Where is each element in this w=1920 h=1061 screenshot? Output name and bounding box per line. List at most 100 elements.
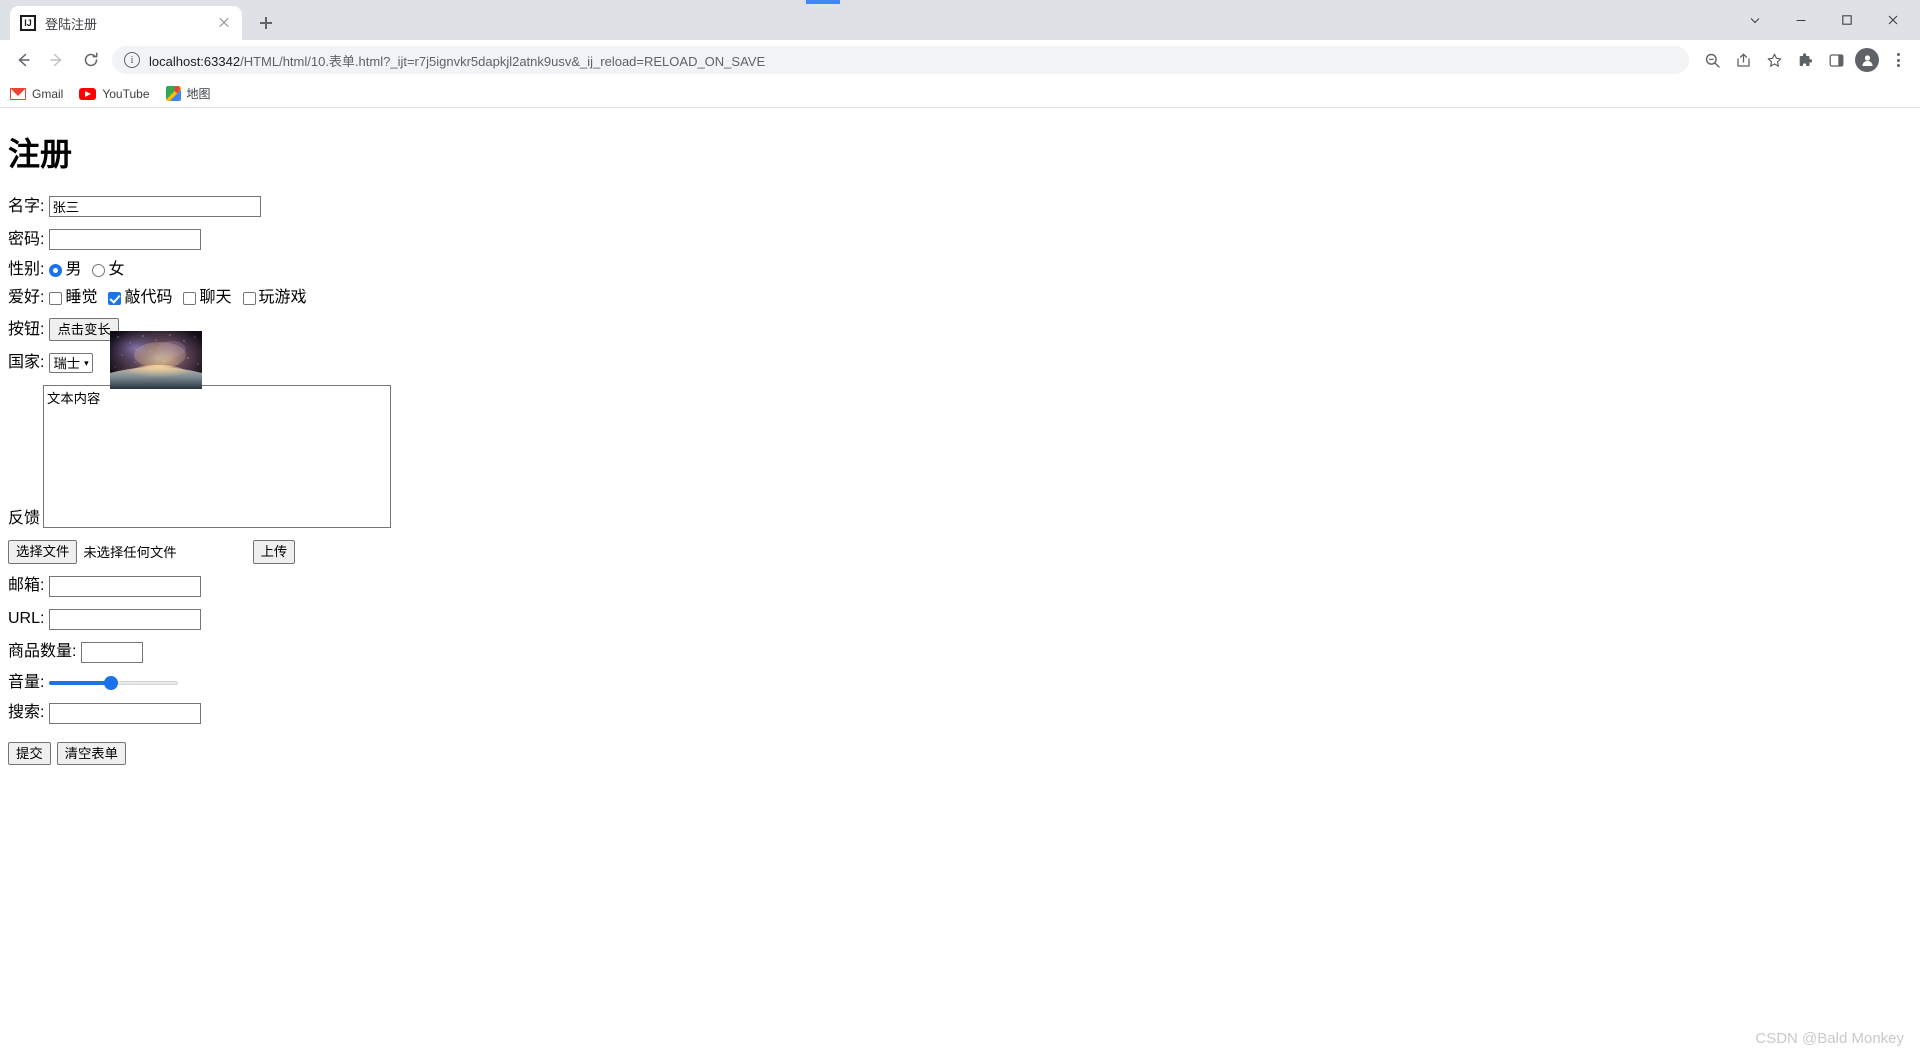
- tab-strip: IJ 登陆注册: [0, 0, 1920, 40]
- nebula-graphic: [110, 331, 202, 389]
- search-label: 搜索:: [8, 704, 45, 722]
- password-input[interactable]: [49, 229, 202, 250]
- name-input[interactable]: [49, 196, 262, 217]
- checkbox-sleep[interactable]: [49, 291, 63, 305]
- chevron-down-icon: ▾: [84, 357, 89, 368]
- checkbox-gaming[interactable]: [242, 291, 256, 305]
- field-row-volume: 音量:: [8, 673, 1912, 691]
- page-title: 注册: [8, 136, 73, 172]
- radio-female-label: 女: [108, 261, 125, 278]
- profile-avatar[interactable]: [1853, 46, 1881, 74]
- feedback-label: 反馈: [8, 510, 41, 528]
- bookmark-maps[interactable]: 地图: [165, 85, 211, 102]
- field-row-quantity: 商品数量:: [8, 641, 1912, 663]
- reset-button[interactable]: 清空表单: [56, 741, 126, 765]
- checkbox-coding-label: 敲代码: [124, 289, 173, 306]
- name-label: 名字:: [8, 197, 45, 215]
- button-label: 按钮:: [8, 320, 45, 338]
- zoom-icon[interactable]: [1698, 46, 1726, 74]
- country-selected-value: 瑞士: [53, 355, 81, 371]
- feedback-textarea[interactable]: 文本内容: [43, 385, 392, 529]
- slider-thumb[interactable]: [104, 675, 119, 690]
- field-row-search: 搜索:: [8, 702, 1912, 724]
- tab-strip-accent: [806, 0, 840, 4]
- email-label: 邮箱:: [8, 577, 45, 595]
- browser-toolbar: i localhost:63342/HTML/html/10.表单.html?_…: [0, 40, 1920, 80]
- file-status-text: 未选择任何文件: [83, 545, 177, 561]
- bookmark-gmail[interactable]: Gmail: [10, 87, 63, 101]
- site-info-icon[interactable]: i: [124, 52, 140, 68]
- slider-fill: [49, 680, 112, 685]
- tab-title: 登陆注册: [45, 16, 98, 32]
- new-tab-button[interactable]: [252, 9, 280, 37]
- bookmarks-bar: Gmail YouTube 地图: [0, 80, 1920, 108]
- browser-tab[interactable]: IJ 登陆注册: [10, 6, 242, 40]
- url-path: /HTML/html/10.表单.html?_ijt=r7j5ignvkr5da…: [240, 53, 766, 69]
- gender-label: 性别:: [8, 261, 45, 278]
- field-row-password: 密码:: [8, 229, 1912, 250]
- form-actions: 提交 清空表单: [8, 741, 1912, 765]
- url-host: localhost:63342: [149, 53, 241, 69]
- browser-window: IJ 登陆注册 i localhost:63342/HTML/html/10.表…: [0, 0, 1920, 108]
- field-row-hobby: 爱好: 睡觉 敲代码 聊天 玩游戏: [8, 290, 1912, 306]
- volume-slider[interactable]: [49, 675, 179, 691]
- field-row-feedback: 反馈 文本内容: [8, 385, 1912, 529]
- youtube-icon: [79, 87, 97, 100]
- toolbar-actions: [1695, 46, 1912, 74]
- bookmark-youtube[interactable]: YouTube: [79, 86, 150, 101]
- gmail-icon: [10, 87, 26, 100]
- url-label: URL:: [8, 610, 45, 628]
- checkbox-chat[interactable]: [183, 291, 197, 305]
- bookmark-label: YouTube: [102, 86, 150, 101]
- bookmark-star-icon[interactable]: [1760, 46, 1788, 74]
- field-row-url: URL:: [8, 608, 1912, 630]
- nebula-image: [110, 331, 202, 389]
- watermark: CSDN @Bald Monkey: [1755, 1030, 1904, 1047]
- search-input[interactable]: [49, 702, 202, 724]
- choose-file-button[interactable]: 选择文件: [8, 540, 78, 564]
- url-input[interactable]: [49, 608, 202, 630]
- quantity-label: 商品数量:: [8, 643, 77, 661]
- reload-icon[interactable]: [76, 45, 106, 75]
- field-row-name: 名字:: [8, 196, 1912, 217]
- bookmark-label: 地图: [186, 87, 211, 101]
- email-input[interactable]: [49, 575, 202, 597]
- checkbox-sleep-label: 睡觉: [65, 289, 98, 306]
- maximize-button[interactable]: [1824, 4, 1870, 36]
- checkbox-chat-label: 聊天: [199, 289, 232, 306]
- maps-icon: [165, 86, 181, 101]
- submit-button[interactable]: 提交: [8, 741, 51, 765]
- quantity-input[interactable]: [81, 641, 144, 663]
- upload-button[interactable]: 上传: [252, 540, 296, 564]
- checkbox-gaming-label: 玩游戏: [258, 289, 307, 306]
- browser-menu-icon[interactable]: [1884, 46, 1912, 74]
- window-controls: [1732, 0, 1920, 40]
- password-label: 密码:: [8, 230, 45, 248]
- volume-label: 音量:: [8, 673, 45, 691]
- radio-male[interactable]: [49, 263, 63, 277]
- forward-icon[interactable]: [42, 45, 72, 75]
- extensions-icon[interactable]: [1791, 46, 1819, 74]
- checkbox-coding[interactable]: [108, 291, 122, 305]
- side-panel-icon[interactable]: [1822, 46, 1850, 74]
- bookmark-label: Gmail: [32, 86, 64, 101]
- field-row-button: 按钮: 点击变长: [8, 318, 1912, 342]
- share-icon[interactable]: [1729, 46, 1757, 74]
- country-label: 国家:: [8, 354, 45, 372]
- chevron-down-icon[interactable]: [1732, 4, 1778, 36]
- back-icon[interactable]: [8, 45, 38, 75]
- url-text: localhost:63342/HTML/html/10.表单.html?_ij…: [149, 51, 765, 70]
- field-row-gender: 性别: 男 女: [8, 262, 1912, 278]
- field-row-country: 国家: 瑞士 ▾: [8, 353, 1912, 374]
- radio-male-label: 男: [65, 261, 82, 278]
- minimize-button[interactable]: [1778, 4, 1824, 36]
- grow-button[interactable]: 点击变长: [49, 318, 119, 342]
- radio-female[interactable]: [92, 263, 106, 277]
- field-row-email: 邮箱:: [8, 575, 1912, 597]
- close-tab-icon[interactable]: [216, 15, 232, 31]
- page-content: 注册 名字: 密码: 性别: 男 女 爱好: 睡觉 敲代码 聊天 玩游戏: [0, 129, 1920, 1061]
- address-bar[interactable]: i localhost:63342/HTML/html/10.表单.html?_…: [112, 46, 1689, 74]
- country-select[interactable]: 瑞士 ▾: [49, 353, 93, 374]
- close-window-button[interactable]: [1870, 4, 1916, 36]
- hobby-label: 爱好:: [8, 289, 45, 306]
